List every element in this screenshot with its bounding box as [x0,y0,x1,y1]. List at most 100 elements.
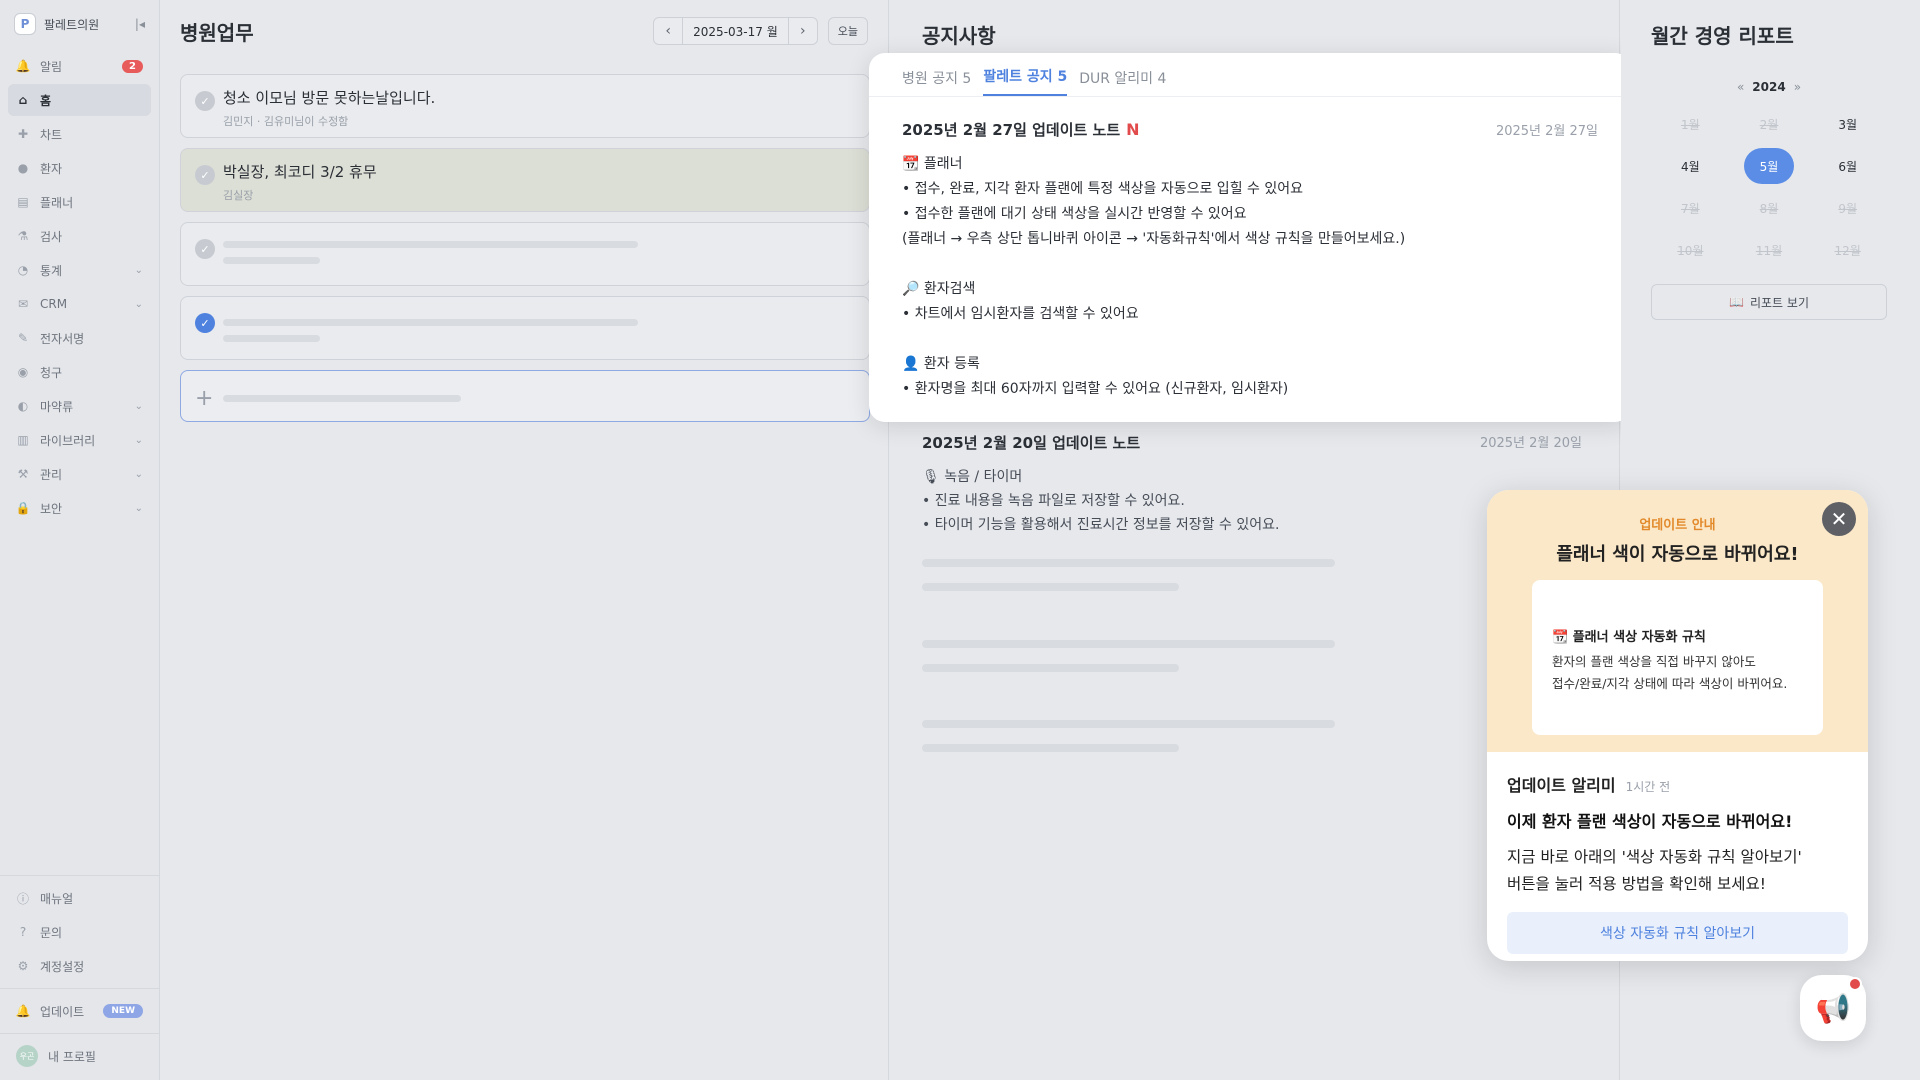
sidebar-item-home[interactable]: ⌂ 홈 [8,84,151,116]
notification-count-badge: 2 [122,59,143,73]
message-time: 1시간 전 [1625,780,1671,794]
chevron-down-icon: ⌄ [134,298,143,310]
month-3[interactable]: 3월 [1808,106,1887,142]
mail-icon: ✉ [17,297,29,311]
hospital-work-panel: 병원업무 ‹ 2025-03-17 월 › 오늘 ✓ 청소 이모님 방문 못하는… [160,0,889,1080]
notice-item[interactable]: 2025년 2월 20일 업데이트 노트 2025년 2월 20일 🎙 녹음 /… [922,432,1582,537]
megaphone-icon: 📢 [1815,991,1851,1025]
skeleton-line [223,319,638,326]
flask-icon: ⚗ [17,229,29,243]
sidebar-item-account-settings[interactable]: ⚙ 계정설정 [8,950,151,982]
page-title: 병원업무 [180,20,254,45]
notice-title: 공지사항 [922,24,996,48]
month-6[interactable]: 6월 [1808,148,1887,184]
person-icon: ● [17,161,29,175]
month-grid: 1월 2월 3월 4월 5월 6월 7월 8월 9월 10월 11월 12월 [1651,106,1887,268]
sidebar-bottom: ⓘ 매뉴얼 ? 문의 ⚙ 계정설정 🔔 업데이트 NEW 우곤 내 프로필 [0,869,159,1080]
info-icon: ⓘ [16,891,29,906]
new-mark: N [1126,120,1140,139]
current-date[interactable]: 2025-03-17 월 [682,18,789,44]
sidebar-item-profile[interactable]: 우곤 내 프로필 [8,1040,151,1072]
plus-icon: + [195,386,214,411]
gear-icon: ⚙ [17,959,29,973]
month-2: 2월 [1759,117,1779,132]
tab-hospital-notice[interactable]: 병원 공지 5 [902,68,971,96]
check-icon[interactable]: ✓ [195,165,215,185]
next-day-button[interactable]: › [789,18,817,44]
month-1: 1월 [1680,117,1700,132]
close-icon[interactable]: ✕ [1822,502,1856,536]
lock-icon: 🔒 [15,501,31,515]
sidebar-item-inquiry[interactable]: ? 문의 [8,916,151,948]
avatar: 우곤 [16,1045,38,1067]
sidebar-item-tests[interactable]: ⚗ 검사 [8,220,151,252]
tab-dur-alert[interactable]: DUR 알리미 4 [1079,68,1166,96]
new-badge: NEW [103,1004,143,1018]
sidebar-item-planner[interactable]: ▤ 플래너 [8,186,151,218]
wrench-icon: ⚒ [17,467,29,481]
notice-item-date: 2025년 2월 20일 [1479,436,1582,451]
sidebar-item-statistics[interactable]: ◔ 통계 ⌄ [8,254,151,286]
sidebar-item-narcotics[interactable]: ◐ 마약류 ⌄ [8,390,151,422]
next-year-button[interactable]: » [1794,80,1801,94]
add-task-input[interactable]: + [180,370,870,422]
sidebar-item-patients[interactable]: ● 환자 [8,152,151,184]
month-8: 8월 [1759,201,1779,216]
sidebar-item-manual[interactable]: ⓘ 매뉴얼 [8,882,151,914]
announcement-button[interactable]: 📢 [1800,975,1866,1041]
chevron-down-icon: ⌄ [134,264,143,276]
learn-color-rules-button[interactable]: 색상 자동화 규칙 알아보기 [1507,912,1848,954]
check-icon[interactable]: ✓ [195,91,215,111]
unread-dot [1848,977,1862,991]
month-12: 12월 [1834,243,1861,258]
task-author: 김실장 [223,189,254,202]
notice-card-body: 2025년 2월 27일 업데이트 노트 N 2025년 2월 27일 📆 플래너… [869,97,1631,424]
brand-logo: P [14,13,36,35]
popup-kicker: 업데이트 안내 [1639,518,1716,533]
notice-item-body: 🎙 녹음 / 타이머 • 진료 내용을 녹음 파일로 저장할 수 있어요. • … [922,469,1280,533]
sidebar-item-crm[interactable]: ✉ CRM ⌄ [8,288,151,320]
plus-icon: ✚ [17,127,29,141]
check-icon[interactable]: ✓ [195,239,215,259]
signature-icon: ✎ [17,331,29,345]
skeleton-line [922,559,1335,567]
prev-year-button[interactable]: « [1737,80,1744,94]
sidebar-item-chart[interactable]: ✚ 차트 [8,118,151,150]
sidebar-item-library[interactable]: ▥ 라이브러리 ⌄ [8,424,151,456]
notice-detail-card: 병원 공지 5 팔레트 공지 5 DUR 알리미 4 2025년 2월 27일 … [869,53,1631,422]
task-item-placeholder[interactable]: ✓ [180,296,870,360]
bell-icon: 🔔 [15,59,31,73]
check-icon[interactable]: ✓ [195,313,215,333]
popup-message: 업데이트 알리미 1시간 전 이제 환자 플랜 색상이 자동으로 바뀌어요! 지… [1487,752,1868,961]
month-5[interactable]: 5월 [1743,148,1795,184]
task-item[interactable]: ✓ 청소 이모님 방문 못하는날입니다. 김민지 · 김유미님이 수정함 [180,74,870,138]
today-button[interactable]: 오늘 [827,17,868,45]
skeleton-line [223,241,638,248]
prev-day-button[interactable]: ‹ [654,18,682,44]
month-9: 9월 [1838,201,1857,216]
divider [0,875,159,876]
sidebar-item-claims[interactable]: ◉ 청구 [8,356,151,388]
sidebar-item-update[interactable]: 🔔 업데이트 NEW [8,995,151,1027]
question-icon: ? [19,925,27,939]
sidebar-item-notifications[interactable]: 🔔 알림 2 [8,50,151,82]
tab-palette-notice[interactable]: 팔레트 공지 5 [983,66,1068,96]
view-report-button[interactable]: 📖 리포트 보기 [1651,284,1887,320]
notice-item-title: 2025년 2월 20일 업데이트 노트 [922,434,1141,452]
task-title: 박실장, 최코디 3/2 휴무 [223,163,377,181]
sidebar-item-e-signature[interactable]: ✎ 전자서명 [8,322,151,354]
brand[interactable]: P 팔레트의원 |◂ [0,0,159,48]
month-4[interactable]: 4월 [1651,148,1730,184]
current-year: 2024 [1752,80,1786,94]
chevron-down-icon: ⌄ [134,468,143,480]
collapse-sidebar-icon[interactable]: |◂ [135,17,145,31]
preview-text: 환자의 플랜 색상을 직접 바꾸지 않아도 접수/완료/지각 상태에 따라 색상… [1552,654,1788,691]
task-author: 김민지 · 김유미님이 수정함 [223,115,349,128]
work-header: 병원업무 ‹ 2025-03-17 월 › 오늘 [160,0,888,62]
month-10: 10월 [1677,243,1704,258]
sidebar-item-management[interactable]: ⚒ 관리 ⌄ [8,458,151,490]
task-item[interactable]: ✓ 박실장, 최코디 3/2 휴무 김실장 [180,148,870,212]
divider [0,1033,159,1034]
task-item-placeholder[interactable]: ✓ [180,222,870,286]
sidebar-item-security[interactable]: 🔒 보안 ⌄ [8,492,151,524]
